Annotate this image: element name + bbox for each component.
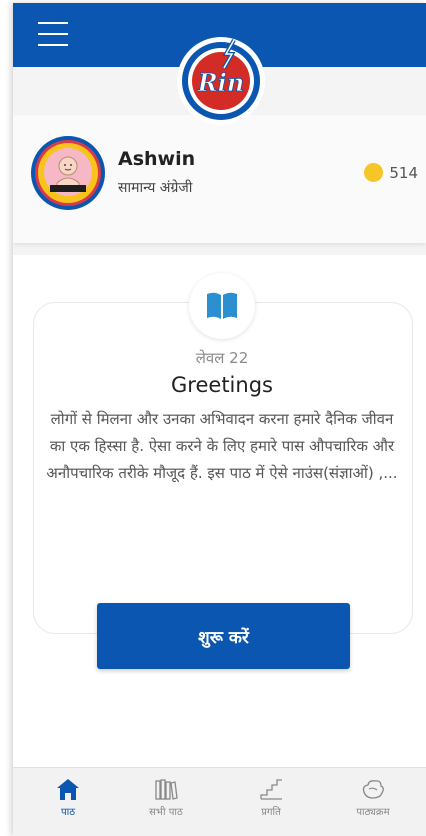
profile-card: Ashwin सामान्य अंग्रेजी 514 [13, 115, 426, 243]
rin-logo: Rin [177, 37, 265, 125]
hamburger-menu-icon[interactable] [38, 19, 68, 49]
lesson-description: लोगों से मिलना और उनका अभिवादन करना हमार… [46, 410, 398, 482]
lesson-area: लेवल 22 Greetings लोगों से मिलना और उनका… [13, 255, 426, 767]
user-name: Ashwin [118, 148, 196, 170]
coin-count: 514 [389, 163, 418, 182]
stairs-icon [260, 779, 282, 800]
books-icon [155, 779, 178, 800]
app-frame: Ashwin सामान्य अंग्रेजी 514 Rin लेवल 22 … [13, 3, 426, 836]
nav-label: पाठ्यक्रम [356, 807, 390, 818]
nav-lessons[interactable]: पाठ [18, 776, 118, 818]
globe-icon [362, 780, 384, 799]
home-icon [57, 779, 79, 800]
book-badge [189, 273, 255, 339]
coin-balance: 514 [364, 163, 418, 182]
nav-label: सभी पाठ [149, 807, 183, 818]
lesson-title: Greetings [171, 373, 273, 397]
bottom-nav: पाठ सभी पाठ प्रगति पाठ्यक्रम [13, 767, 426, 836]
course-name: सामान्य अंग्रेजी [118, 180, 193, 196]
nav-progress[interactable]: प्रगति [221, 776, 321, 818]
nav-label: पाठ [60, 807, 76, 818]
lesson-level: लेवल 22 [195, 349, 249, 367]
logo-text: Rin [197, 68, 245, 97]
coin-icon [364, 163, 384, 182]
book-icon [207, 292, 237, 319]
nav-label: प्रगति [261, 807, 281, 818]
nav-all-lessons[interactable]: सभी पाठ [116, 776, 216, 818]
start-button[interactable]: शुरू करें [97, 603, 350, 669]
nav-curriculum[interactable]: पाठ्यक्रम [323, 776, 423, 818]
avatar[interactable] [30, 135, 106, 211]
